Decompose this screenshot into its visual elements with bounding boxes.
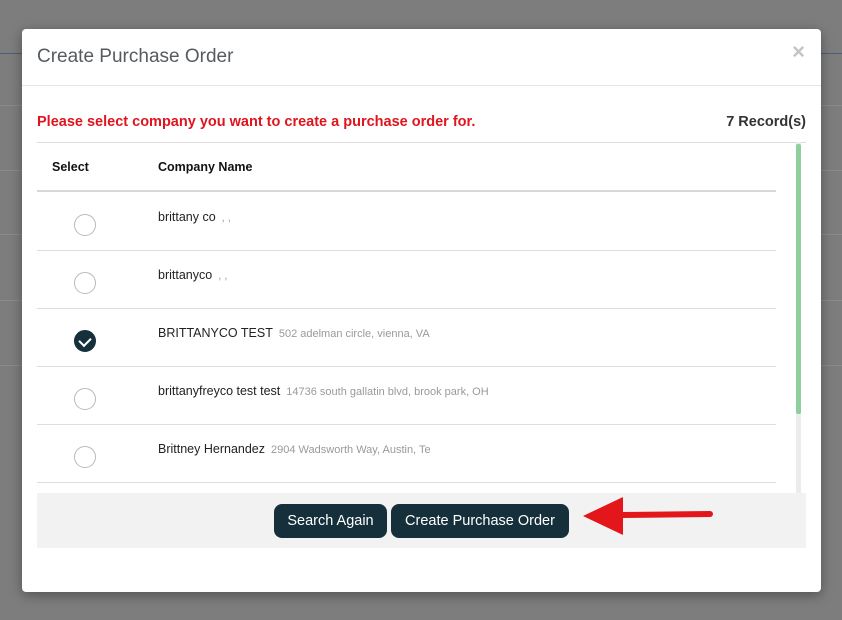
company-name: brittany co xyxy=(158,210,216,224)
company-cell: BRITTANYCO TEST 502 adelman circle, vienn… xyxy=(158,326,430,340)
table-row[interactable]: brittany co , , xyxy=(37,193,776,251)
table-row[interactable]: BRITTANYCO TEST 502 adelman circle, vienn… xyxy=(37,309,776,367)
select-column-header: Select xyxy=(52,160,89,174)
company-cell: brittany co , , xyxy=(158,210,231,224)
table-header: Select Company Name xyxy=(37,143,776,192)
table-scrollbar-thumb[interactable] xyxy=(796,144,801,414)
table-row[interactable]: brittanyco , , xyxy=(37,251,776,309)
modal-title: Create Purchase Order xyxy=(37,46,234,67)
table-row[interactable]: brittanyfreyco test test 14736 south gall… xyxy=(37,367,776,425)
company-name: brittanyco xyxy=(158,268,213,282)
company-radio-selected[interactable] xyxy=(74,330,96,352)
company-cell: brittanyfreyco test test 14736 south gall… xyxy=(158,384,489,398)
arrow-left-icon xyxy=(583,497,713,535)
close-icon[interactable]: × xyxy=(792,41,805,63)
company-table: Select Company Name brittany co , , britt… xyxy=(37,142,806,494)
record-count: 7 Record(s) xyxy=(726,114,806,130)
company-name: brittanyfreyco test test xyxy=(158,384,281,398)
company-name: BRITTANYCO TEST xyxy=(158,326,273,340)
company-radio[interactable] xyxy=(74,272,96,294)
table-row[interactable]: Brittney Hernandez 2904 Wadsworth Way, Au… xyxy=(37,425,776,483)
company-address: , , xyxy=(221,212,231,224)
arrow-shaft xyxy=(618,511,713,518)
modal-header: Create Purchase Order × xyxy=(22,29,821,86)
company-address: 502 adelman circle, vienna, VA xyxy=(278,328,430,340)
arrow-head xyxy=(583,497,623,535)
select-company-notice: Please select company you want to create… xyxy=(37,114,476,130)
company-address: 2904 Wadsworth Way, Austin, Te xyxy=(271,444,431,456)
company-radio[interactable] xyxy=(74,388,96,410)
company-name-column-header: Company Name xyxy=(158,160,253,174)
company-address: 14736 south gallatin blvd, brook park, O… xyxy=(286,386,489,398)
create-purchase-order-button[interactable]: Create Purchase Order xyxy=(391,504,569,538)
company-radio[interactable] xyxy=(74,214,96,236)
company-cell: brittanyco , , xyxy=(158,268,227,282)
search-again-button[interactable]: Search Again xyxy=(274,504,387,538)
company-name: Brittney Hernandez xyxy=(158,442,266,456)
checkmark-icon xyxy=(78,333,92,348)
company-radio[interactable] xyxy=(74,446,96,468)
company-cell: Brittney Hernandez 2904 Wadsworth Way, Au… xyxy=(158,442,431,456)
company-address: , , xyxy=(218,270,228,282)
